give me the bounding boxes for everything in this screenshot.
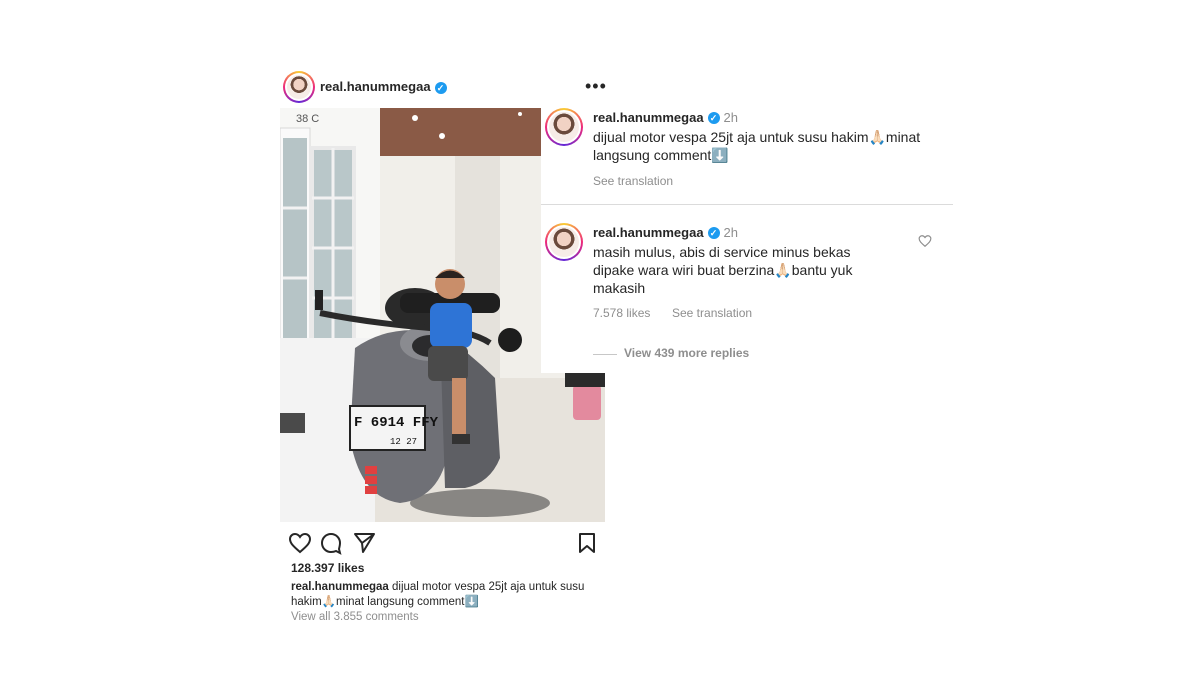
comment-line: langsung comment⬇️ [593,147,729,163]
comment-header: real.hanummegaa ✓ 2h [593,109,738,127]
comment-line: dipake wara wiri buat berzina🙏🏻bantu yuk [593,262,853,278]
view-replies-link[interactable]: View 439 more replies [624,346,749,360]
comment-icon[interactable] [319,531,343,555]
caption-username[interactable]: real.hanummegaa [291,581,389,593]
plate-main: F 6914 FFY [354,415,439,431]
bookmark-icon[interactable] [575,531,599,555]
comment-time: 2h [723,110,739,125]
see-translation-link[interactable]: See translation [672,306,752,320]
heart-icon[interactable] [288,531,312,555]
heart-icon[interactable] [918,234,932,248]
comment-divider [541,204,953,205]
post-avatar[interactable] [283,71,315,103]
view-all-comments-link[interactable]: View all 3.855 comments [291,611,419,623]
verified-badge-icon: ✓ [707,226,720,239]
verified-badge-icon: ✓ [434,81,447,94]
caption-line: hakim🙏🏻minat langsung comment⬇️ [291,596,479,608]
comment-avatar[interactable] [545,108,583,146]
post-caption: real.hanummegaa dijual motor vespa 25jt … [291,580,611,610]
comment-username[interactable]: real.hanummegaa [593,225,704,240]
post-header-username[interactable]: real.hanummegaa ✓ [320,79,447,94]
share-icon[interactable] [352,531,376,555]
comment-line: makasih [593,280,646,296]
caption-line: dijual motor vespa 25jt aja untuk susu [392,581,585,593]
likes-count[interactable]: 128.397 likes [291,561,364,575]
verified-badge-icon: ✓ [707,111,720,124]
comment-line: dijual motor vespa 25jt aja untuk susu h… [593,129,921,145]
more-options-icon[interactable]: ••• [585,77,607,95]
comments-panel: real.hanummegaa ✓ 2h dijual motor vespa 25… [541,103,953,373]
comment-line: masih mulus, abis di service minus bekas [593,244,851,260]
comment-header: real.hanummegaa ✓ 2h [593,224,738,242]
comment-username[interactable]: real.hanummegaa [593,110,704,125]
post-username[interactable]: real.hanummegaa [320,79,431,94]
plate-sub: 12 27 [390,437,417,447]
comment-avatar[interactable] [545,223,583,261]
comment-text: masih mulus, abis di service minus bekas… [593,243,852,297]
replies-line [593,354,617,355]
see-translation-link[interactable]: See translation [593,174,673,188]
comment-text: dijual motor vespa 25jt aja untuk susu h… [593,128,920,164]
comment-likes[interactable]: 7.578 likes [593,306,650,320]
comment-time: 2h [723,225,739,240]
house-number: 38 C [296,113,319,125]
